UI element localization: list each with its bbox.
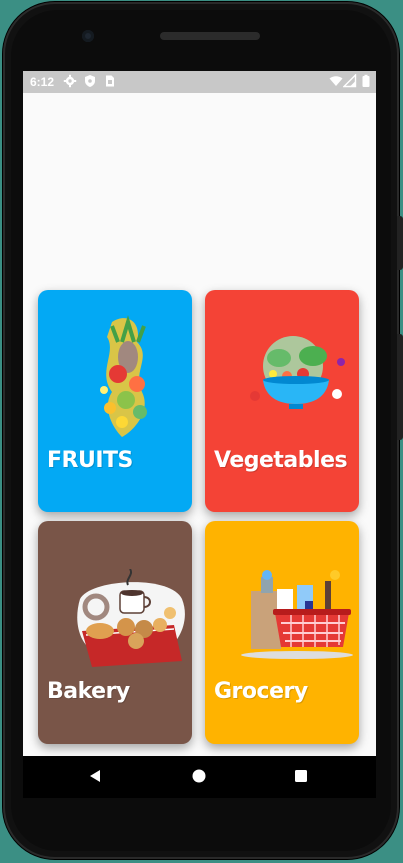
recents-icon[interactable] (293, 768, 309, 784)
back-icon[interactable] (87, 768, 103, 784)
category-label: FRUITS (47, 448, 133, 473)
navigation-bar (23, 756, 376, 798)
earpiece-speaker (160, 32, 260, 40)
front-camera (82, 30, 94, 42)
wifi-icon (329, 76, 343, 86)
battery-icon (362, 74, 370, 87)
grocery-basket-illustration (241, 570, 353, 659)
volume-button (397, 334, 403, 440)
signal-icon (343, 74, 357, 88)
category-card-vegetables[interactable]: Vegetables (205, 290, 359, 512)
power-button (397, 216, 403, 270)
category-label: Grocery (214, 679, 308, 704)
category-card-bakery[interactable]: Bakery (38, 521, 192, 744)
sim-card-icon (106, 75, 114, 87)
bakery-illustration (77, 569, 185, 667)
category-card-grocery[interactable]: Grocery (205, 521, 359, 744)
app-screen: 6:12 FRUITS Vegetables Bakery Grocery (23, 71, 376, 756)
shield-icon (85, 75, 95, 87)
category-label: Vegetables (214, 448, 348, 473)
gear-icon (63, 74, 77, 88)
status-time: 6:12 (30, 75, 55, 89)
vegetables-bowl-illustration (250, 336, 345, 409)
home-icon[interactable] (191, 768, 207, 784)
category-card-fruits[interactable]: FRUITS (38, 290, 192, 512)
status-bar: 6:12 (23, 71, 376, 93)
fruits-illustration (100, 315, 147, 437)
category-label: Bakery (47, 679, 130, 704)
